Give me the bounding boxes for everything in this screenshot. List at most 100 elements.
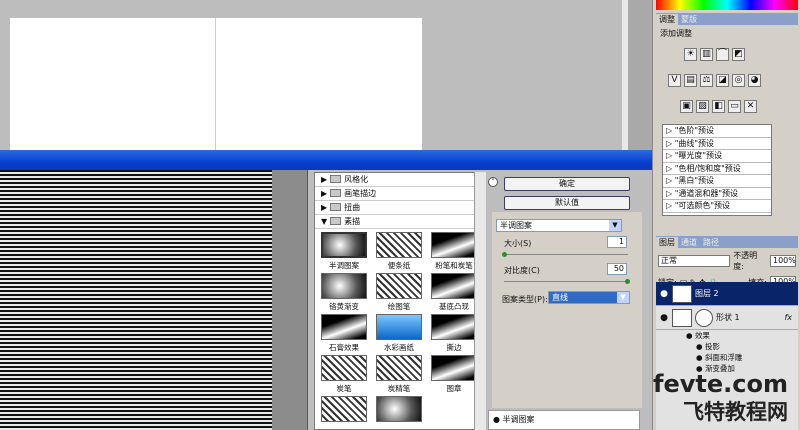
guide-line[interactable] bbox=[215, 18, 216, 150]
preset-label: "黑白"预设 bbox=[674, 176, 715, 185]
adjustment-presets-list: ▷ "色阶"预设 ▷ "曲线"预设 ▷ "曝光度"预设 ▷ "色相/饱和度"预设… bbox=[662, 124, 772, 216]
preset-item[interactable]: ▷ "曲线"预设 bbox=[663, 138, 771, 150]
size-slider-track[interactable] bbox=[504, 254, 628, 255]
filter-category[interactable]: ▶ 扭曲 bbox=[315, 201, 485, 215]
filter-category[interactable]: ▶ 画笔描边 bbox=[315, 187, 485, 201]
filter-thumb[interactable]: 石膏效果 bbox=[319, 314, 369, 353]
tab-adjustments[interactable]: 调整 bbox=[656, 14, 678, 25]
preset-label: "可选颜色"预设 bbox=[674, 201, 731, 210]
thumb-image bbox=[321, 232, 367, 258]
preview-gutter bbox=[272, 170, 308, 430]
layer-row[interactable]: ● 形状 1 fx bbox=[656, 306, 798, 330]
dialog-title-bar[interactable] bbox=[0, 150, 652, 170]
filter-preview[interactable] bbox=[0, 170, 272, 430]
tab-paths[interactable]: 路径 bbox=[700, 237, 722, 248]
filter-thumb[interactable]: 半调图案 bbox=[319, 232, 369, 271]
default-button[interactable]: 默认值 bbox=[504, 196, 630, 210]
photo-filter-icon[interactable]: ◎ bbox=[732, 74, 745, 87]
thumb-label: 石膏效果 bbox=[329, 343, 359, 352]
preset-label: "通道混和器"预设 bbox=[674, 188, 739, 198]
black-white-icon[interactable]: ◪ bbox=[716, 74, 729, 87]
adjustment-icons-row-1: ☀ ▥ ⌒ ◩ bbox=[684, 48, 745, 61]
filter-thumb[interactable] bbox=[319, 396, 369, 424]
channel-mixer-icon[interactable]: ◕ bbox=[748, 74, 761, 87]
tab-masks[interactable]: 蒙版 bbox=[678, 14, 700, 25]
hue-saturation-icon[interactable]: ▤ bbox=[684, 74, 697, 87]
invert-icon[interactable]: ▣ bbox=[680, 100, 693, 113]
folder-icon bbox=[330, 175, 342, 183]
document-canvas[interactable] bbox=[10, 18, 422, 150]
pattern-type-value: 直线 bbox=[552, 293, 568, 302]
filter-select[interactable]: 半调图案 ▼ bbox=[496, 219, 622, 232]
filter-thumb[interactable]: 炭精笔 bbox=[374, 355, 424, 394]
preset-item[interactable]: ▷ "曝光度"预设 bbox=[663, 150, 771, 163]
effect-item[interactable]: ● 投影 bbox=[656, 341, 798, 352]
filter-thumb[interactable]: 炭笔 bbox=[319, 355, 369, 394]
eye-icon[interactable]: ● bbox=[659, 289, 669, 299]
brightness-icon[interactable]: ☀ bbox=[684, 48, 697, 61]
filter-thumb[interactable]: 撕边 bbox=[429, 314, 479, 353]
blend-mode-select[interactable]: 正常 bbox=[658, 255, 731, 267]
vibrance-icon[interactable]: V bbox=[668, 74, 681, 87]
pattern-type-select[interactable]: 直线 ▼ bbox=[548, 291, 630, 304]
preset-item[interactable]: ▷ "色阶"预设 bbox=[663, 125, 771, 138]
folder-icon bbox=[330, 203, 342, 211]
size-field[interactable]: 1 bbox=[607, 236, 627, 248]
filter-thumb[interactable]: 水彩画纸 bbox=[374, 314, 424, 353]
filter-category[interactable]: ▶ 风格化 bbox=[315, 173, 485, 187]
effects-group[interactable]: ● 效果 bbox=[656, 330, 798, 341]
curves-icon[interactable]: ⌒ bbox=[716, 48, 729, 61]
chevron-down-icon: ▼ bbox=[609, 220, 621, 231]
preset-label: "曲线"预设 bbox=[674, 138, 715, 148]
selective-color-icon[interactable]: ✕ bbox=[744, 100, 757, 113]
contrast-slider-handle[interactable] bbox=[625, 279, 630, 284]
fx-icon[interactable]: fx bbox=[784, 313, 792, 322]
size-slider-handle[interactable] bbox=[502, 252, 507, 257]
vertical-scrollbar[interactable] bbox=[622, 0, 652, 150]
contrast-label: 对比度(C) bbox=[504, 266, 540, 275]
tab-layers[interactable]: 图层 bbox=[656, 237, 678, 248]
thumb-image bbox=[431, 355, 477, 381]
preset-item[interactable]: ▷ "通道混和器"预设 bbox=[663, 188, 771, 200]
filter-thumb[interactable]: 图章 bbox=[429, 355, 479, 394]
thumb-image bbox=[431, 232, 477, 258]
ok-button[interactable]: 确定 bbox=[504, 177, 630, 191]
preset-item[interactable]: ▷ "可选颜色"预设 bbox=[663, 200, 771, 213]
preset-item[interactable]: ▷ "黑白"预设 bbox=[663, 175, 771, 188]
opacity-field[interactable]: 100% bbox=[770, 255, 796, 267]
collapse-icon[interactable]: ˄ bbox=[488, 177, 498, 187]
filter-category[interactable]: ▼ 素描 bbox=[315, 215, 485, 229]
preset-item[interactable]: ▷ "色相/饱和度"预设 bbox=[663, 163, 771, 175]
thumb-image bbox=[321, 314, 367, 340]
threshold-icon[interactable]: ◧ bbox=[712, 100, 725, 113]
filter-scrollbar[interactable] bbox=[474, 172, 486, 430]
watermark: fevte.com 飞特教程网 bbox=[610, 370, 800, 430]
contrast-slider-track[interactable] bbox=[504, 281, 628, 282]
layer-row[interactable]: ● 图层 2 bbox=[656, 282, 798, 306]
thumb-image bbox=[376, 396, 422, 422]
posterize-icon[interactable]: ▨ bbox=[696, 100, 709, 113]
category-label: 风格化 bbox=[344, 175, 369, 184]
thumb-image bbox=[376, 232, 422, 258]
effect-item[interactable]: ● 斜面和浮雕 bbox=[656, 352, 798, 363]
filter-thumb[interactable]: 铬黄渐变 bbox=[319, 273, 369, 312]
filter-thumb[interactable]: 粉笔和炭笔 bbox=[429, 232, 479, 271]
color-swatch-strip[interactable] bbox=[656, 0, 798, 10]
filter-thumb[interactable]: 基底凸现 bbox=[429, 273, 479, 312]
filter-thumb[interactable] bbox=[374, 396, 424, 424]
eye-icon[interactable]: ● bbox=[659, 313, 669, 323]
exposure-icon[interactable]: ◩ bbox=[732, 48, 745, 61]
gradient-map-icon[interactable]: ▭ bbox=[728, 100, 741, 113]
filter-thumb[interactable]: 绘图笔 bbox=[374, 273, 424, 312]
levels-icon[interactable]: ▥ bbox=[700, 48, 713, 61]
filter-thumb[interactable]: 便条纸 bbox=[374, 232, 424, 271]
tab-channels[interactable]: 通道 bbox=[678, 237, 700, 248]
category-label: 画笔描边 bbox=[344, 189, 377, 198]
thumb-image bbox=[321, 396, 367, 422]
layers-controls: 正常 不透明度: 100% 锁定: ▢ ✎ ✥ 🔒 填充: 100% bbox=[656, 248, 798, 288]
color-balance-icon[interactable]: ⚖ bbox=[700, 74, 713, 87]
thumb-label: 绘图笔 bbox=[387, 302, 411, 311]
thumb-image bbox=[376, 355, 422, 381]
adjustments-title: 添加调整 bbox=[660, 29, 692, 38]
contrast-field[interactable]: 50 bbox=[607, 263, 627, 275]
